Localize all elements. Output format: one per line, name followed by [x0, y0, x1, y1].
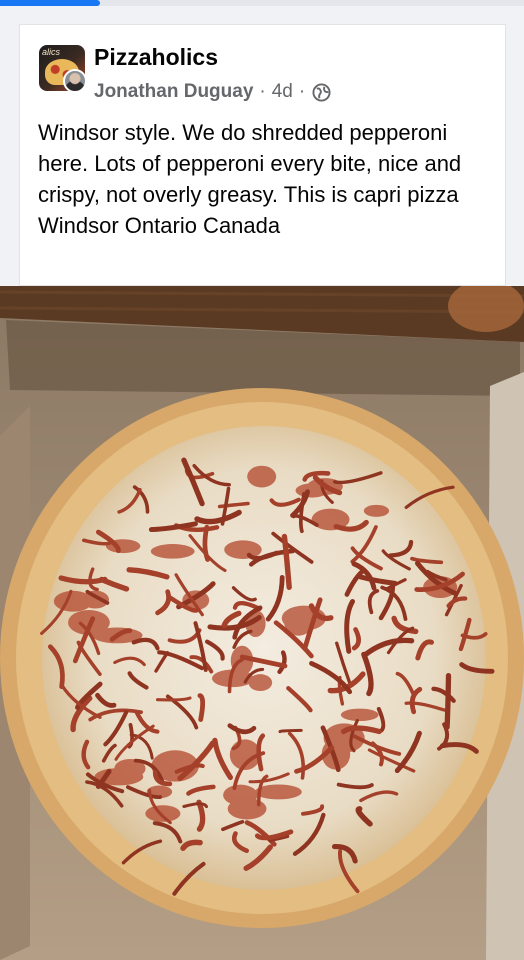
post-meta: Jonathan Duguay · 4d ·	[94, 81, 331, 103]
story-progress-fill	[0, 0, 100, 6]
group-name-link[interactable]: Pizzaholics	[94, 44, 218, 71]
post-text: Windsor style. We do shredded pepperoni …	[38, 120, 462, 238]
story-progress-track	[0, 0, 524, 6]
post-photo[interactable]	[0, 286, 524, 960]
post-timestamp[interactable]: 4d	[272, 81, 293, 103]
meta-separator: ·	[298, 81, 306, 102]
post-card: alics Pizzaholics Jonathan Duguay · 4d ·…	[19, 24, 506, 286]
avatar[interactable]: alics	[39, 45, 87, 93]
user-avatar[interactable]	[63, 69, 87, 93]
author-name-link[interactable]: Jonathan Duguay	[94, 81, 253, 103]
globe-icon	[312, 82, 331, 102]
avatar-logo-text: alics	[42, 47, 61, 57]
meta-separator: ·	[259, 81, 266, 102]
